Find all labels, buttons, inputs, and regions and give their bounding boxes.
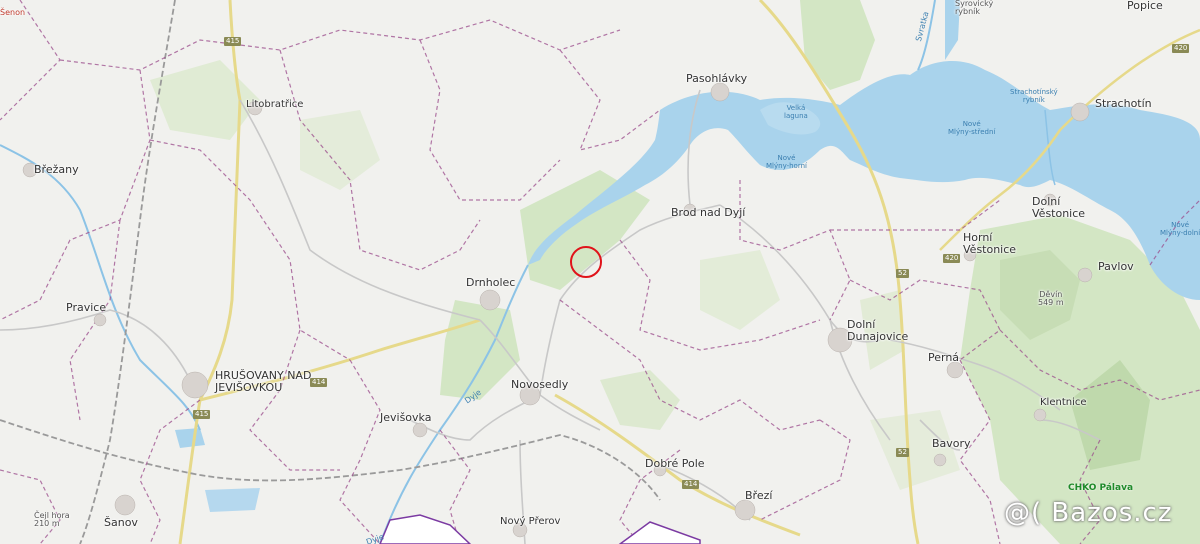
place-label-hrusovany: HRUŠOVANY NAD JEVIŠOVKOU [215,369,312,394]
place-label-sanov: Šanov [104,516,138,529]
watermark: @( Bazos.cz [1004,498,1173,528]
place-label-syrovicky: Syrovický rybník [955,0,994,16]
place-label-popice: Popice [1127,0,1163,12]
road-shield-414-b: 414 [682,480,700,489]
place-label-novy-prerov: Nový Přerov [500,516,561,527]
chko-label: CHKO Pálava [1068,483,1134,493]
place-label-dobre-pole: Dobré Pole [645,457,705,470]
road-shield-414: 414 [310,378,328,387]
road-shield-52: 52 [896,269,909,278]
place-label-novosedly: Novosedly [511,378,569,391]
road-shield-415-b: 415 [193,410,211,419]
place-label-pravice: Pravice [66,301,107,314]
place-label-dolni-vestonice: Dolní Věstonice [1032,195,1086,220]
place-label-brezany: Břežany [34,163,79,176]
place-label-jevisovka: Jevišovka [380,411,432,424]
road-shield-415: 415 [224,37,242,46]
map-view[interactable]: Pasohlávky Strachotín Popice Brod nad Dy… [0,0,1200,544]
peak-label-cejl: Čejl hora 210 m [34,511,70,528]
place-label-pavlov: Pavlov [1098,260,1134,273]
place-label-senon: Šenon [0,8,26,17]
water-label-strachotinsky: Strachotínský rybník [1010,88,1058,104]
map-canvas [0,0,1200,544]
place-label-drnholec: Drnholec [466,276,516,289]
water-label-nove-mlyny-horni: Nové Mlýny-horní [766,154,807,170]
road-shield-420-b: 420 [1172,44,1190,53]
road-shield-52-b: 52 [896,448,909,457]
water-label-nove-mlyny-stredni: Nové Mlýny-střední [948,120,996,136]
place-label-brod-nad-dyji: Brod nad Dyjí [671,206,746,219]
place-label-horni-vestonice: Horní Věstonice [963,231,1017,256]
place-label-brezi: Březí [745,489,773,502]
water-label-velka-laguna: Velká laguna [784,104,808,120]
place-label-bavory: Bavory [932,437,971,450]
peak-label-devin: Děvín 549 m [1038,290,1064,307]
place-label-pasohlavky: Pasohlávky [686,72,748,85]
place-label-litobratrice: Litobratřice [246,99,304,110]
road-shield-420: 420 [943,254,961,263]
place-label-dolni-dunajovice: Dolní Dunajovice [847,318,909,343]
place-label-perna: Perná [928,351,960,364]
place-label-klentnice: Klentnice [1040,397,1087,408]
water-label-nove-mlyny-dolni: Nové Mlýny-dolní [1160,221,1200,237]
place-label-strachotin: Strachotín [1095,97,1152,110]
